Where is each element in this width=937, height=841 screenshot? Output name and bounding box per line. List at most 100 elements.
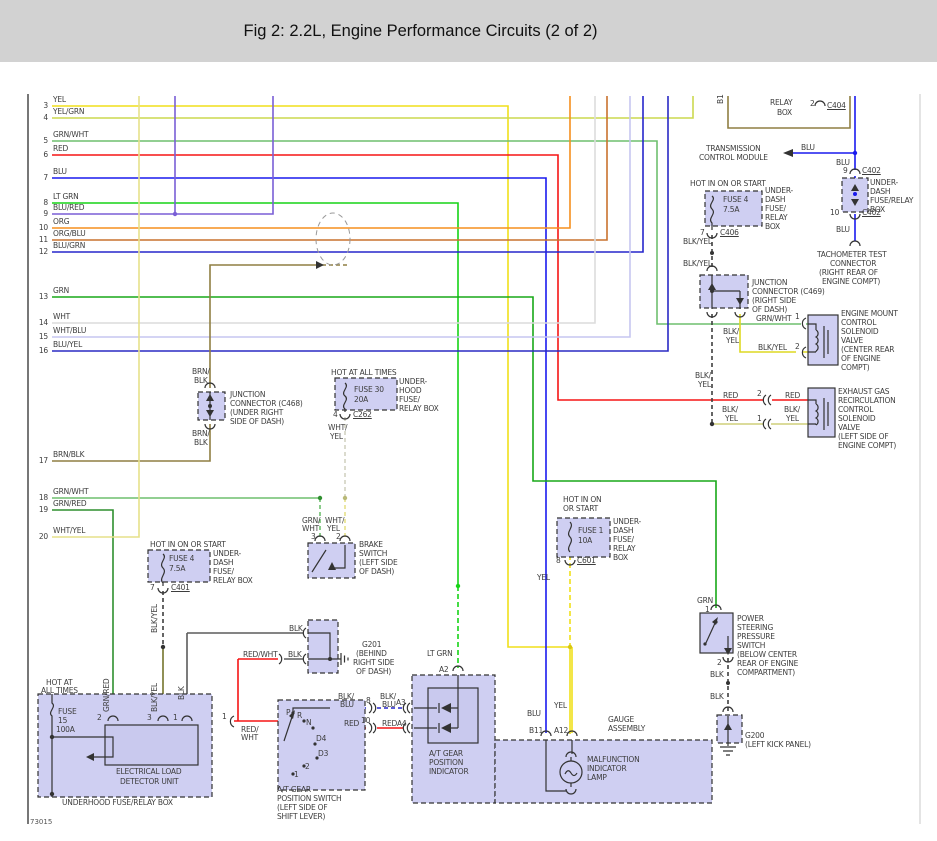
- g201-ground: [340, 653, 349, 665]
- row-number-9: 9: [43, 209, 48, 218]
- sw-wire-red1: RED: [344, 719, 360, 728]
- mount-text7: COMPT): [841, 363, 870, 372]
- sw-pos-1: 1: [294, 770, 299, 779]
- row-wire-label-19: GRN/RED: [53, 499, 87, 508]
- fuse4r-name: FUSE 4: [723, 195, 749, 204]
- relay-pin2: 2: [810, 99, 815, 108]
- wire-blkyel-2: BLK/YEL: [683, 259, 712, 268]
- ind-wire-ltgrn: LT GRN: [427, 649, 453, 658]
- row-number-17: 17: [38, 456, 48, 465]
- relay-box-label2: BOX: [777, 108, 792, 117]
- sw-pin-a4: A4: [397, 719, 407, 728]
- eld-inner-box: [104, 724, 199, 766]
- row-wire-label-10: ORG: [53, 217, 70, 226]
- row-wire-label-6: RED: [53, 144, 69, 153]
- g201-wire-blk2: BLK: [288, 650, 302, 659]
- fuse1-hot2: OR START: [563, 504, 599, 513]
- row-number-15: 15: [38, 332, 48, 341]
- c402-box-text4: BOX: [870, 205, 885, 214]
- connector-c601-link[interactable]: C601: [577, 556, 596, 566]
- wiring-diagram-page: Fig 2: 2.2L, Engine Performance Circuits…: [0, 0, 937, 841]
- connector-c402-link-top[interactable]: C402: [862, 166, 881, 176]
- fuse30-hot: HOT AT ALL TIMES: [331, 368, 397, 377]
- ind-text3: INDICATOR: [429, 767, 469, 776]
- wire-grnred-rot: GRN/RED: [102, 678, 111, 713]
- connector-c404-link[interactable]: C404: [827, 101, 846, 111]
- row-wire-label-15: WHT/BLU: [53, 326, 87, 335]
- sw-pos-d4: D4: [316, 734, 327, 743]
- psw-pin1: 1: [705, 605, 710, 614]
- ga-text2: ASSEMBLY: [608, 724, 646, 733]
- row-number-13: 13: [38, 292, 48, 301]
- fuse1-wire-yel: YEL: [537, 573, 550, 582]
- egr-text7: ENGINE COMPT): [838, 441, 897, 450]
- c468-wire1b: BLK: [194, 376, 208, 385]
- sw-pos-n: N: [306, 718, 312, 727]
- mil-text3: LAMP: [587, 773, 607, 782]
- row-number-8: 8: [43, 198, 48, 207]
- sw-pos-r: R: [297, 711, 303, 720]
- fuse4r-box5: BOX: [765, 222, 780, 231]
- wire-blkyel-rot1: BLK/YEL: [150, 604, 159, 633]
- g201-text4: OF DASH): [356, 667, 392, 676]
- fuse30-amp: 20A: [354, 395, 369, 404]
- row-number-12: 12: [38, 247, 48, 256]
- at-gear-position-switch-box: [277, 699, 366, 791]
- wire-blk-rot: BLK: [177, 686, 186, 700]
- fuse30-wire2: YEL: [330, 432, 343, 441]
- sw-wire-bb1b: BLU: [340, 700, 354, 709]
- c469-wire2: YEL: [726, 336, 739, 345]
- engine-mount-solenoid-box: [807, 314, 839, 366]
- row-number-16: 16: [38, 346, 48, 355]
- connector-c262-link[interactable]: C262: [353, 410, 372, 420]
- egr-dash-wire2: YEL: [698, 380, 711, 389]
- row-wire-label-11: ORG/BLU: [53, 229, 86, 238]
- psw-pin2: 2: [717, 658, 722, 667]
- egr-blkyel-right2: YEL: [786, 414, 799, 423]
- row-number-3: 3: [43, 101, 48, 110]
- row-wire-label-18: GRN/WHT: [53, 487, 89, 496]
- g200-text2: (LEFT KICK PANEL): [745, 740, 811, 749]
- c402-wire-blu-bottom: BLU: [836, 225, 850, 234]
- fuse4r-hot: HOT IN ON OR START: [690, 179, 766, 188]
- wire-blkyel-rot2: BLK/YEL: [150, 683, 159, 712]
- fuse4l-amp: 7.5A: [169, 564, 186, 573]
- connector-c401-link[interactable]: C401: [171, 583, 190, 593]
- row-number-4: 4: [43, 113, 48, 122]
- row-number-14: 14: [38, 318, 48, 327]
- egr-red-left: RED: [723, 391, 739, 400]
- underhood-box-label: UNDERHOOD FUSE/RELAY BOX: [62, 798, 173, 807]
- brake-pin2: 2: [336, 532, 341, 541]
- row-number-10: 10: [38, 223, 48, 232]
- c468-text4: SIDE OF DASH): [230, 417, 284, 426]
- fuse1-name: FUSE 1: [578, 526, 604, 535]
- ga-pin-a12: A12: [554, 726, 569, 735]
- eld-fuse3: 100A: [56, 725, 75, 734]
- row-wire-label-4: YEL/GRN: [53, 107, 85, 116]
- row-wire-label-5: GRN/WHT: [53, 130, 89, 139]
- eld-hot2: ALL TIMES: [41, 686, 78, 695]
- tcm-arrow: [783, 149, 793, 157]
- egr-pin2: 2: [757, 389, 762, 398]
- egr-pin1: 1: [757, 414, 762, 423]
- egr-red-right: RED: [785, 391, 801, 400]
- eld-pin1: 1: [173, 713, 178, 722]
- figure-number: 73015: [30, 818, 53, 826]
- eld-text1: ELECTRICAL LOAD: [116, 767, 182, 776]
- eld-pin2: 2: [97, 713, 102, 722]
- fuse4l-name: FUSE 4: [169, 554, 195, 563]
- mount-wire1: GRN/WHT: [756, 314, 792, 323]
- fuse30-box4: RELAY BOX: [399, 404, 439, 413]
- row-wire-label-7: BLU: [53, 167, 67, 176]
- brake-pin3: 3: [311, 532, 316, 541]
- row-wire-label-9: BLU/RED: [53, 203, 85, 212]
- sw-wire-red2: RED: [382, 719, 398, 728]
- brake-switch-box: [307, 542, 356, 579]
- row-wire-label-3: YEL: [53, 95, 66, 104]
- relay-pin-b1: B1: [716, 94, 725, 104]
- row-wire-label-17: BRN/BLK: [53, 450, 85, 459]
- brnblk-arrow: [316, 261, 324, 269]
- fuse4r-amp: 7.5A: [723, 205, 740, 214]
- connector-c406-link[interactable]: C406: [720, 228, 739, 238]
- row-wire-label-16: BLU/YEL: [53, 340, 83, 349]
